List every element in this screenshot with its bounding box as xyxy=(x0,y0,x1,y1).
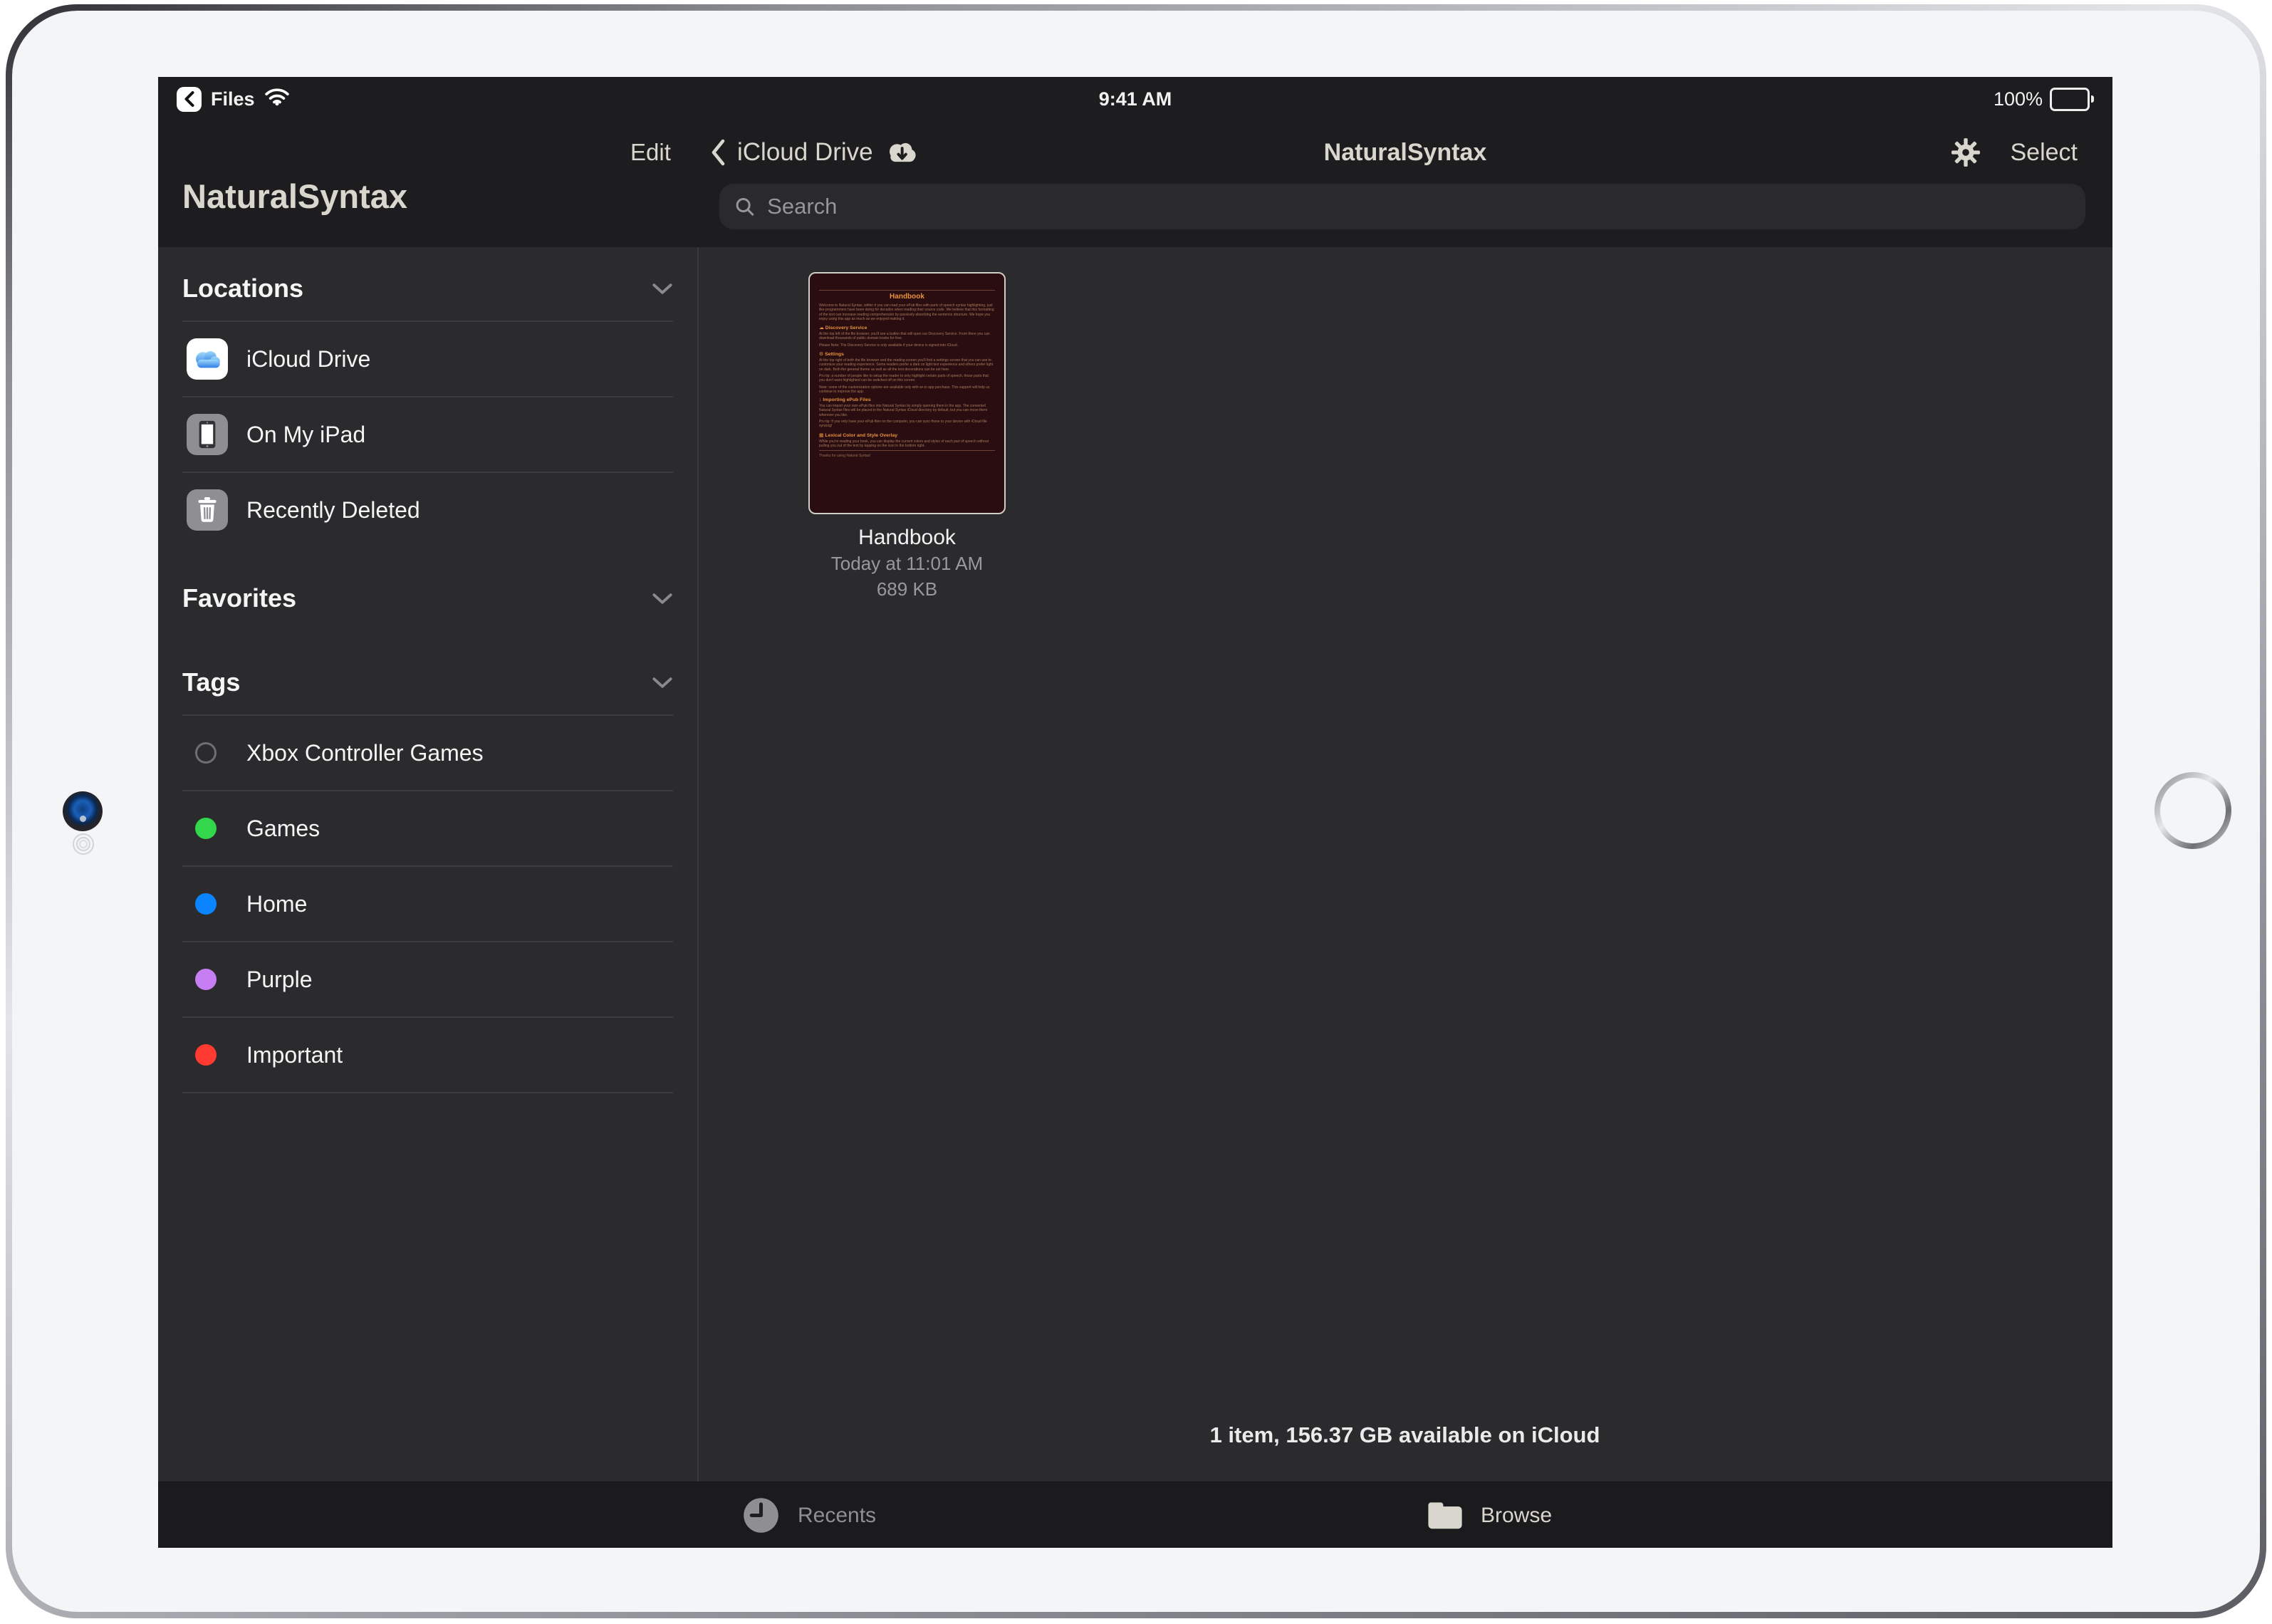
doc-preview-h: ↓Importing ePub Files xyxy=(819,397,995,402)
edit-button[interactable]: Edit xyxy=(630,121,671,184)
tag-label: Purple xyxy=(246,967,313,993)
sidebar-item-on-my-ipad[interactable]: On My iPad xyxy=(182,397,673,473)
file-thumbnail[interactable]: Handbook Welcome to Natural Syntax, withi… xyxy=(808,272,1006,514)
doc-preview-p: At the top left of the file browser, you… xyxy=(819,332,995,341)
doc-preview-p: Note: some of the customization options … xyxy=(819,385,995,395)
file-tile-handbook[interactable]: Handbook Welcome to Natural Syntax, withi… xyxy=(808,272,1006,601)
doc-preview-p: While you're reading your book, you can … xyxy=(819,439,995,449)
tag-label: Games xyxy=(246,816,320,842)
doc-preview-hr xyxy=(819,450,995,451)
tag-label: Home xyxy=(246,891,307,917)
search-field[interactable] xyxy=(719,184,2085,229)
storage-status: 1 item, 156.37 GB available on iCloud xyxy=(697,1422,2112,1448)
doc-heading-icon: ▦ xyxy=(819,433,823,438)
light-sensor-core xyxy=(79,840,88,848)
locations-header-label: Locations xyxy=(182,274,303,303)
sidebar-item-tag[interactable]: Home xyxy=(182,867,673,942)
sidebar-item-tag[interactable]: Games xyxy=(182,791,673,867)
doc-heading-icon: ☁ xyxy=(819,326,824,330)
tab-recents[interactable]: Recents xyxy=(741,1482,876,1548)
tag-label: Important xyxy=(246,1042,343,1068)
gear-icon[interactable] xyxy=(1949,136,1982,169)
sidebar-item-icloud-drive[interactable]: iCloud Drive xyxy=(182,322,673,397)
back-to-app-button[interactable] xyxy=(177,87,202,112)
status-bar: Files 9:41 AM 100% xyxy=(158,77,2112,121)
light-sensor-ring xyxy=(76,837,90,851)
battery-percent: 100% xyxy=(1994,88,2043,110)
wifi-icon xyxy=(264,87,290,111)
chevron-down-icon[interactable] xyxy=(652,283,673,295)
tag-color-dot xyxy=(195,893,217,915)
locations-list: iCloud Drive On My iPad xyxy=(182,321,673,547)
sidebar-item-label: On My iPad xyxy=(246,422,365,448)
navigation-bar: Edit iCloud Drive NaturalSyntax xyxy=(158,121,2112,184)
ipad-screen: Files 9:41 AM 100% Edit iCloud Drive xyxy=(158,77,2112,1548)
tag-color-dot xyxy=(195,1044,217,1066)
doc-preview-footer: Thanks for using Natural Syntax! xyxy=(819,454,995,458)
tab-label: Browse xyxy=(1481,1504,1552,1528)
doc-preview-p: Pro tip: a number of people like to setu… xyxy=(819,374,995,383)
sidebar-item-recently-deleted[interactable]: Recently Deleted xyxy=(182,473,673,547)
tab-browse[interactable]: Browse xyxy=(1427,1482,1552,1548)
doc-preview-h: ⚙Settings xyxy=(819,351,995,357)
front-camera xyxy=(63,791,103,831)
tags-list: Xbox Controller Games Games Home Purple Impo… xyxy=(182,714,673,1093)
clock-time: 9:41 AM xyxy=(1099,88,1172,110)
sidebar-item-tag[interactable]: Important xyxy=(182,1018,673,1093)
sidebar: Locations iCloud Drive xyxy=(158,247,697,1482)
tags-header-label: Tags xyxy=(182,667,240,697)
light-sensor xyxy=(73,833,94,855)
tag-color-dot xyxy=(195,969,217,990)
trash-icon xyxy=(187,489,228,531)
doc-preview-h: ▦Lexical Color and Style Overlay xyxy=(819,432,995,438)
chevron-down-icon[interactable] xyxy=(652,677,673,689)
ipad-icon xyxy=(187,414,228,455)
folder-icon xyxy=(1427,1501,1464,1531)
tab-label: Recents xyxy=(798,1504,876,1528)
clock-icon xyxy=(741,1496,781,1535)
doc-preview-hr xyxy=(819,290,995,291)
sidebar-item-tag[interactable]: Purple xyxy=(182,942,673,1018)
icloud-drive-icon xyxy=(187,338,228,380)
sidebar-item-label: iCloud Drive xyxy=(246,346,370,373)
doc-preview-p: You can import your own ePub files into … xyxy=(819,404,995,417)
file-modified-date: Today at 11:01 AM xyxy=(808,552,1006,576)
sidebar-divider xyxy=(697,247,699,1482)
tag-color-dot xyxy=(195,742,217,764)
search-input[interactable] xyxy=(766,193,2071,220)
doc-preview-title: Handbook xyxy=(819,293,995,301)
search-icon xyxy=(734,195,756,218)
battery-icon xyxy=(2050,88,2094,111)
content-area: Locations iCloud Drive xyxy=(158,247,2112,1482)
select-button[interactable]: Select xyxy=(2011,139,2078,167)
locations-section-header[interactable]: Locations xyxy=(182,267,673,310)
doc-preview-h: ☁Discovery Service xyxy=(819,325,995,330)
tags-section-header[interactable]: Tags xyxy=(182,661,673,704)
home-button xyxy=(2154,771,2232,853)
doc-preview-p: Please Note: The Discovery Service is on… xyxy=(819,343,995,348)
favorites-section-header[interactable]: Favorites xyxy=(182,577,673,620)
chevron-down-icon[interactable] xyxy=(652,593,673,605)
favorites-header-label: Favorites xyxy=(182,583,296,613)
file-name: Handbook xyxy=(808,526,1006,550)
camera-glint xyxy=(80,816,86,822)
file-size: 689 KB xyxy=(808,578,1006,601)
doc-heading-icon: ⚙ xyxy=(819,352,823,357)
sidebar-item-tag[interactable]: Xbox Controller Games xyxy=(182,716,673,791)
folder-title: NaturalSyntax xyxy=(698,121,2112,184)
tab-bar: Recents Browse xyxy=(158,1482,2112,1548)
app-title: NaturalSyntax xyxy=(182,177,407,216)
doc-heading-icon: ↓ xyxy=(819,397,821,402)
sidebar-item-label: Recently Deleted xyxy=(246,497,420,524)
tag-color-dot xyxy=(195,818,217,839)
back-to-app-label[interactable]: Files xyxy=(211,88,255,110)
doc-preview-p: Welcome to Natural Syntax, within it you… xyxy=(819,303,995,321)
doc-preview-p: At the top right of both the file browse… xyxy=(819,358,995,372)
tag-label: Xbox Controller Games xyxy=(246,740,484,766)
doc-preview-p: Pro tip: If you only have your ePub file… xyxy=(819,420,995,429)
